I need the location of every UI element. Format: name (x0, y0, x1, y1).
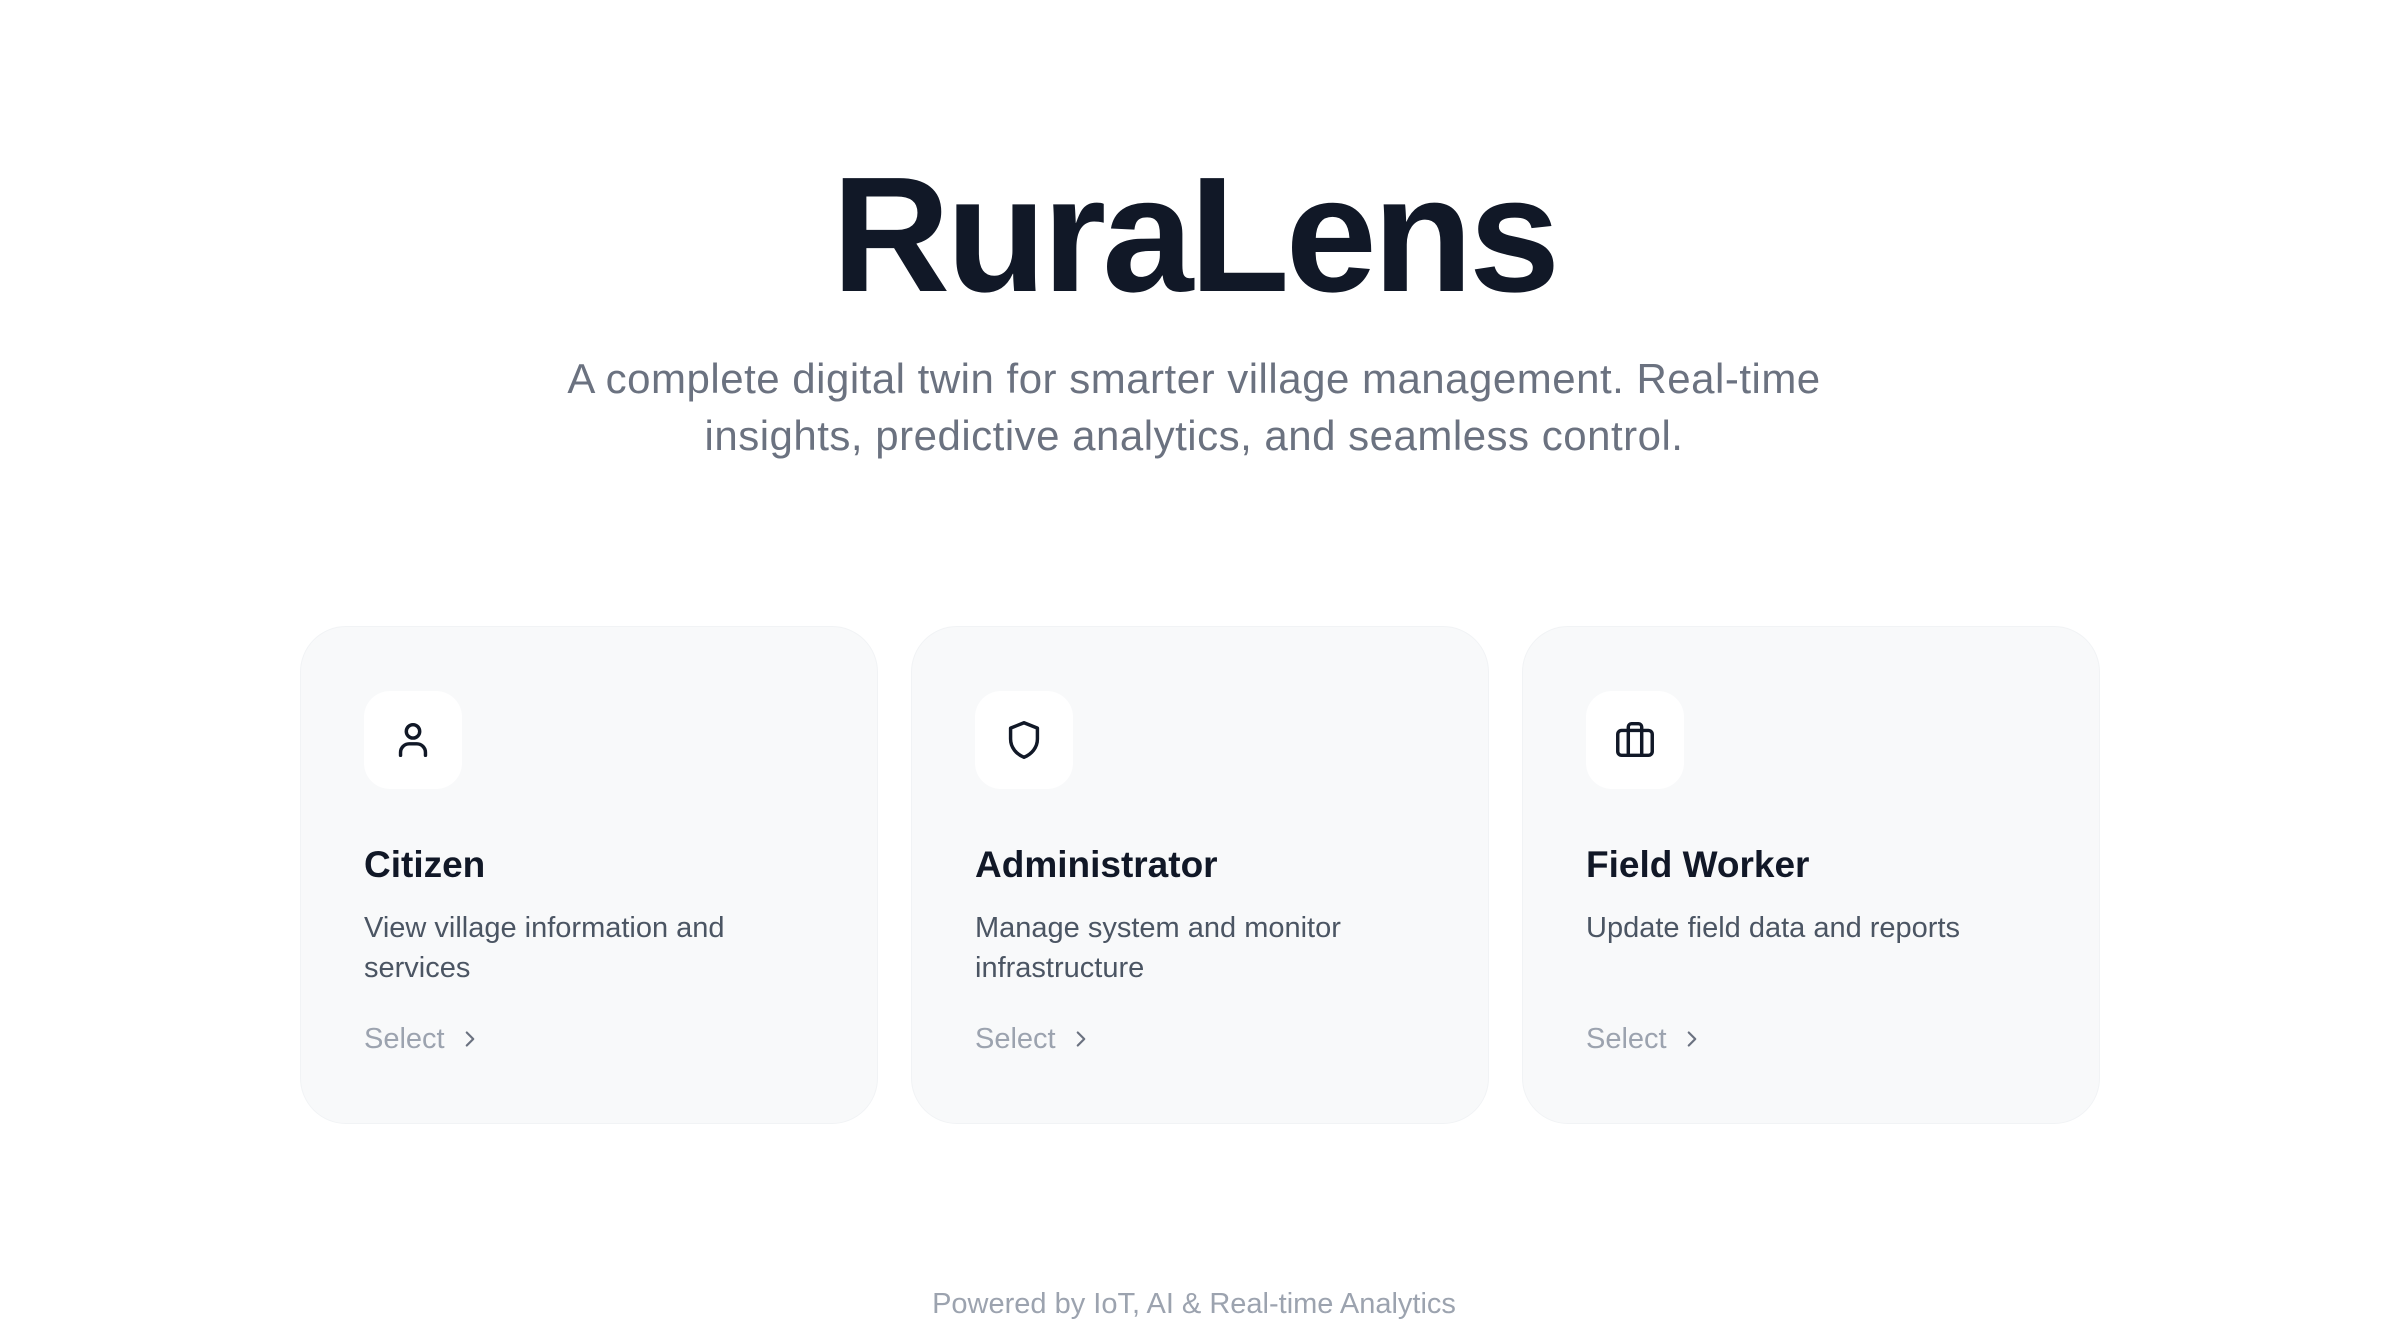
role-card-citizen[interactable]: Citizen View village information and ser… (300, 626, 878, 1124)
role-card-field-worker[interactable]: Field Worker Update field data and repor… (1522, 626, 2100, 1124)
app-title: RuraLens (831, 143, 1560, 326)
select-button-citizen[interactable]: Select (364, 1021, 483, 1057)
role-card-description: Manage system and monitor infrastructure (975, 912, 1341, 984)
chevron-right-icon (1687, 1031, 1696, 1047)
role-card-administrator[interactable]: Administrator Manage system and monitor … (911, 626, 1489, 1124)
app-subtitle: A complete digital twin for smarter vill… (567, 355, 1821, 459)
select-button-field-worker[interactable]: Select (1586, 1021, 1705, 1057)
select-label: Select (975, 1023, 1056, 1055)
role-card-description: Update field data and reports (1586, 912, 1961, 944)
shield-icon (975, 691, 1073, 789)
user-icon (364, 691, 462, 789)
landing-page: RuraLens A complete digital twin for sma… (0, 0, 2388, 1322)
select-button-administrator[interactable]: Select (975, 1021, 1094, 1057)
role-card-title: Administrator (975, 844, 1218, 885)
select-label: Select (364, 1023, 445, 1055)
footer-tagline: Powered by IoT, AI & Real-time Analytics (932, 1288, 1456, 1320)
briefcase-icon (1586, 691, 1684, 789)
chevron-right-icon (1076, 1031, 1085, 1047)
role-card-description: View village information and services (364, 912, 725, 984)
chevron-right-icon (465, 1031, 474, 1047)
role-selection-cards: Citizen View village information and ser… (300, 626, 2100, 1126)
role-card-title: Field Worker (1586, 844, 1810, 885)
role-card-title: Citizen (364, 844, 486, 885)
select-label: Select (1586, 1023, 1667, 1055)
